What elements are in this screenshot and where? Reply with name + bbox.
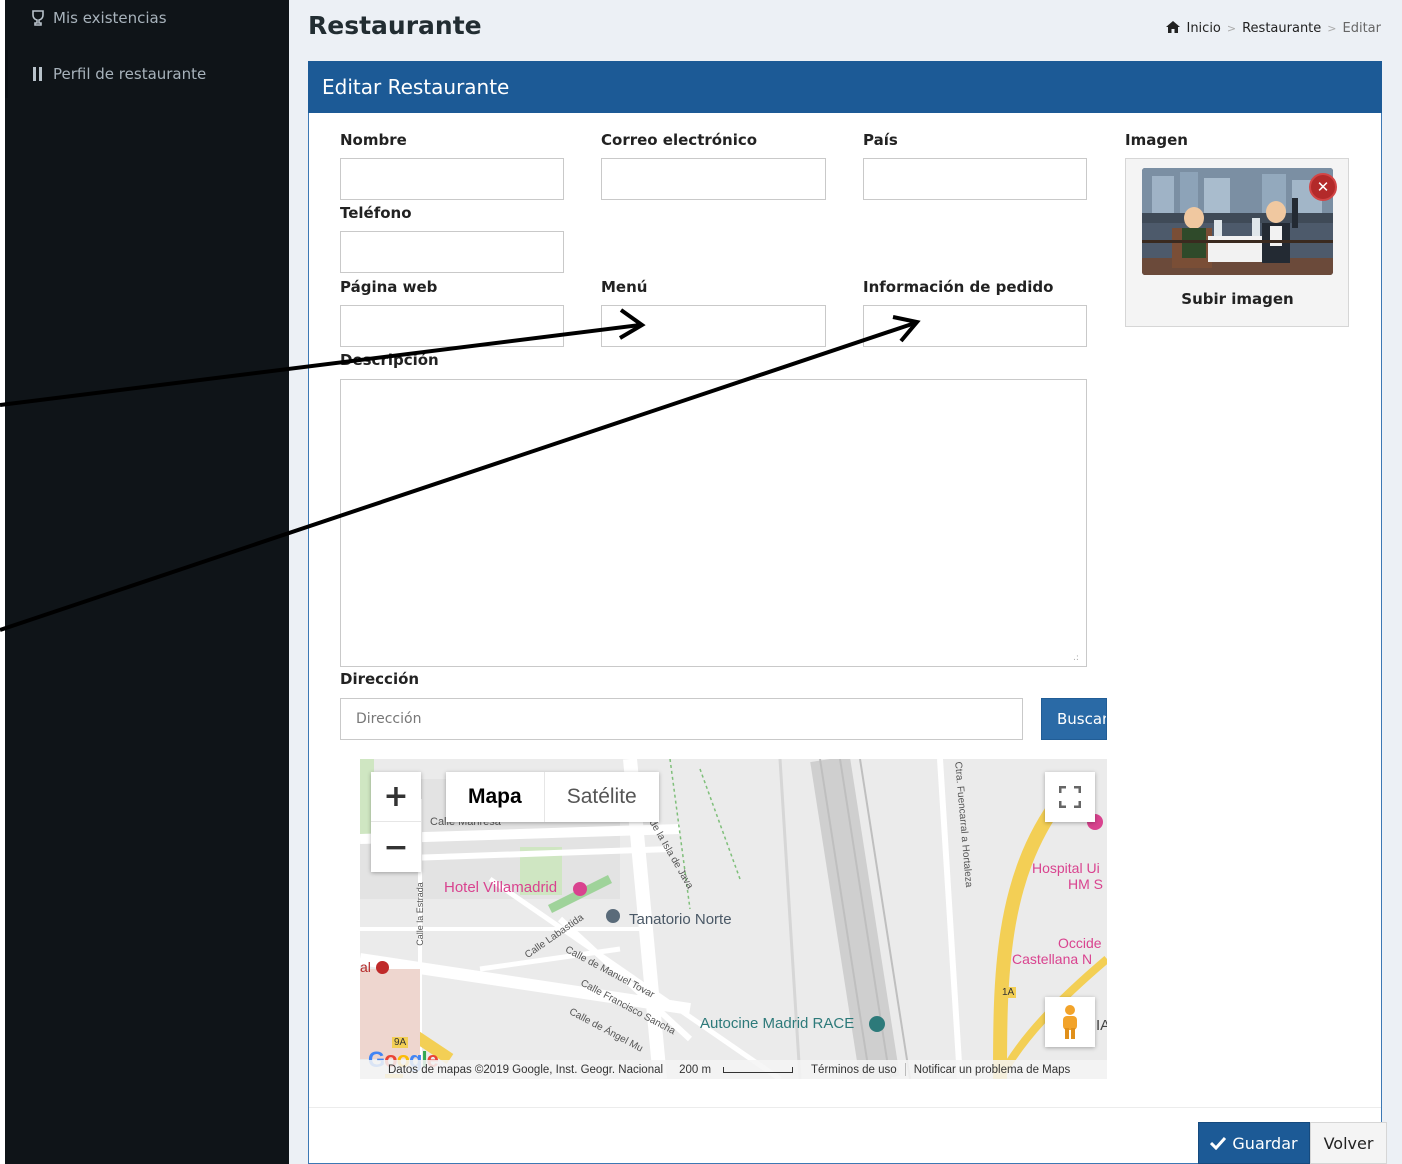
- funeral-pin-icon: [606, 909, 620, 923]
- sidebar-item-label: Mis existencias: [53, 9, 167, 27]
- info-pedido-input[interactable]: [863, 305, 1087, 347]
- map-label-ia: IA: [1096, 1017, 1107, 1034]
- telefono-input[interactable]: [340, 231, 564, 273]
- pais-label: País: [863, 131, 898, 149]
- direccion-input[interactable]: [340, 698, 1023, 740]
- map-poi-hospital[interactable]: Hospital Ui: [1032, 860, 1100, 876]
- map-poi-hospital-2: HM S: [1068, 876, 1103, 892]
- map-attribution-text: Datos de mapas ©2019 Google, Inst. Geogr…: [388, 1063, 664, 1076]
- volver-button[interactable]: Volver: [1310, 1122, 1387, 1164]
- check-icon: [1210, 1136, 1227, 1150]
- road-badge-1a: 1A: [1000, 987, 1017, 998]
- image-upload-box[interactable]: ✕ Subir imagen: [1125, 158, 1349, 327]
- hotel-pin-icon: [573, 882, 587, 896]
- descripcion-textarea[interactable]: [340, 379, 1087, 667]
- remove-image-button[interactable]: ✕: [1309, 173, 1337, 201]
- map-report-link[interactable]: Notificar un problema de Maps: [914, 1064, 1071, 1076]
- telefono-label: Teléfono: [340, 204, 412, 222]
- map-type-mapa-button[interactable]: Mapa: [446, 772, 545, 822]
- map-street-label: Calle la Estrada: [414, 882, 425, 946]
- menu-input[interactable]: [601, 305, 826, 347]
- zoom-out-button[interactable]: −: [371, 822, 421, 872]
- breadcrumb-separator: >: [1226, 22, 1237, 35]
- metro-icon: [376, 961, 389, 974]
- map-zoom-control: + −: [371, 772, 421, 872]
- pagina-web-label: Página web: [340, 278, 438, 296]
- guardar-label: Guardar: [1232, 1133, 1298, 1153]
- divider: [904, 1063, 906, 1076]
- upload-image-label[interactable]: Subir imagen: [1126, 290, 1349, 308]
- utensils-icon: [31, 66, 45, 82]
- sidebar-item-mis-existencias[interactable]: Mis existencias: [5, 0, 289, 42]
- fullscreen-button[interactable]: [1045, 772, 1095, 822]
- map-terms-link[interactable]: Términos de uso: [811, 1064, 897, 1076]
- map-poi-tanatorio[interactable]: Tanatorio Norte: [629, 911, 732, 928]
- content-area: Restaurante Inicio > Restaurante > Edita…: [289, 0, 1402, 1164]
- correo-input[interactable]: [601, 158, 826, 200]
- fullscreen-icon: [1059, 786, 1081, 808]
- map-poi-autocine[interactable]: Autocine Madrid RACE: [700, 1015, 854, 1032]
- page-title: Restaurante: [308, 11, 482, 40]
- box-footer-divider: [309, 1107, 1381, 1108]
- restaurant-image: [1142, 168, 1333, 275]
- info-pedido-label: Información de pedido: [863, 278, 1054, 296]
- glass-icon: [31, 10, 45, 26]
- breadcrumb-current: Editar: [1342, 21, 1382, 36]
- map-poi-hotel[interactable]: Hotel Villamadrid: [444, 879, 557, 896]
- street-view-pegman-button[interactable]: [1045, 997, 1095, 1047]
- box-title: Editar Restaurante: [308, 61, 1382, 113]
- breadcrumb-section-link[interactable]: Restaurante: [1242, 21, 1321, 36]
- menu-label: Menú: [601, 278, 648, 296]
- home-icon: [1166, 21, 1181, 36]
- correo-label: Correo electrónico: [601, 131, 758, 149]
- nombre-label: Nombre: [340, 131, 407, 149]
- pegman-icon: [1063, 1005, 1077, 1039]
- resize-grip-icon[interactable]: .:: [1073, 653, 1083, 663]
- pagina-web-input[interactable]: [340, 305, 564, 347]
- sidebar-item-label: Perfil de restaurante: [53, 65, 207, 83]
- map-scale-bar: [723, 1066, 794, 1073]
- descripcion-label: Descripción: [340, 351, 439, 369]
- buscar-button[interactable]: Buscar: [1041, 698, 1107, 740]
- map-attribution-bar: Datos de mapas ©2019 Google, Inst. Geogr…: [360, 1060, 1107, 1079]
- map-poi-al: al: [360, 959, 371, 975]
- map[interactable]: Calle Manresa Hotel Villamadrid Tanatori…: [360, 759, 1107, 1079]
- zoom-in-button[interactable]: +: [371, 772, 421, 822]
- imagen-label: Imagen: [1125, 131, 1188, 149]
- map-poi-occide[interactable]: Occide: [1058, 935, 1102, 951]
- breadcrumb-separator: >: [1327, 22, 1337, 35]
- sidebar: Mis existencias Perfil de restaurante: [5, 0, 289, 1164]
- map-type-control: Mapa Satélite: [446, 772, 659, 822]
- cinema-pin-icon: [869, 1016, 885, 1032]
- sidebar-item-perfil-restaurante[interactable]: Perfil de restaurante: [5, 50, 289, 98]
- map-type-satelite-button[interactable]: Satélite: [545, 772, 659, 822]
- pais-input[interactable]: [863, 158, 1087, 200]
- breadcrumb-home-link[interactable]: Inicio: [1186, 21, 1220, 36]
- edit-restaurant-box: Editar Restaurante Nombre Correo electró…: [308, 61, 1387, 1164]
- nombre-input[interactable]: [340, 158, 564, 200]
- breadcrumb: Inicio > Restaurante > Editar: [1166, 21, 1381, 36]
- guardar-button[interactable]: Guardar: [1198, 1122, 1310, 1164]
- direccion-label: Dirección: [340, 670, 420, 688]
- map-scale-label[interactable]: 200 m: [679, 1064, 711, 1076]
- map-poi-castellana: Castellana N: [1012, 951, 1093, 967]
